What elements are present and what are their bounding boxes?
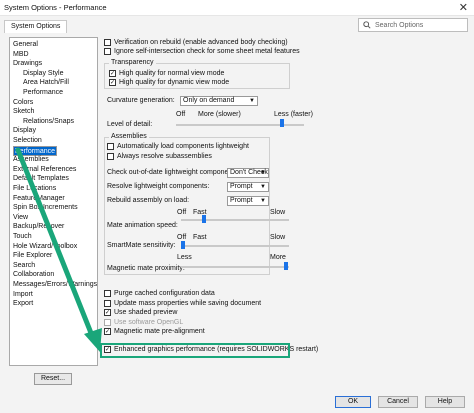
- cancel-button[interactable]: Cancel: [378, 396, 418, 408]
- help-button[interactable]: Help: [425, 396, 465, 408]
- annotation-arrow: [15, 147, 102, 352]
- ok-button[interactable]: OK: [335, 396, 371, 408]
